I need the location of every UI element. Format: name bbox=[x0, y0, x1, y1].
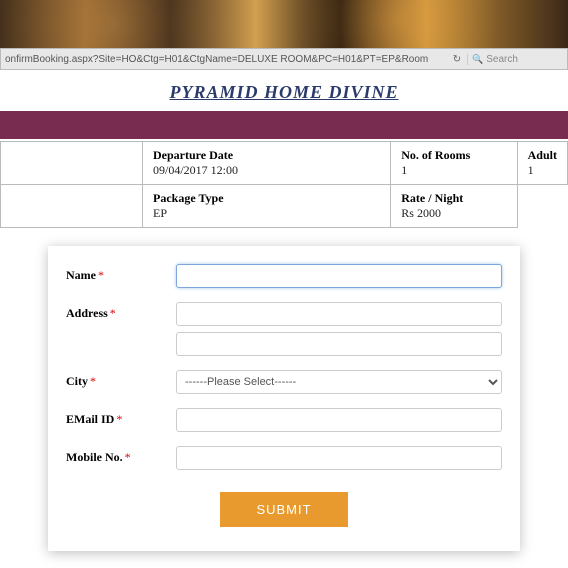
name-input[interactable] bbox=[176, 264, 502, 288]
departure-cell: Departure Date 09/04/2017 12:00 bbox=[143, 142, 391, 185]
rate-label: Rate / Night bbox=[401, 191, 506, 206]
search-icon: 🔍 bbox=[472, 54, 483, 65]
mobile-input[interactable] bbox=[176, 446, 502, 470]
rooms-label: No. of Rooms bbox=[401, 148, 506, 163]
package-value: EP bbox=[153, 206, 380, 221]
top-banner-image bbox=[0, 0, 568, 48]
submit-button[interactable]: SUBMIT bbox=[220, 492, 347, 527]
booking-info-table: Departure Date 09/04/2017 12:00 No. of R… bbox=[0, 141, 568, 228]
city-label: City* bbox=[66, 370, 176, 389]
departure-value: 09/04/2017 12:00 bbox=[153, 163, 380, 178]
search-placeholder: Search bbox=[486, 54, 518, 65]
browser-search[interactable]: 🔍 Search bbox=[467, 54, 567, 65]
adult-cell: Adult 1 bbox=[517, 142, 567, 185]
address-input-1[interactable] bbox=[176, 302, 502, 326]
refresh-icon[interactable]: ↻ bbox=[447, 54, 467, 65]
departure-label: Departure Date bbox=[153, 148, 380, 163]
guest-form: Name* Address* City* bbox=[48, 246, 520, 551]
email-input[interactable] bbox=[176, 408, 502, 432]
package-label: Package Type bbox=[153, 191, 380, 206]
header-bar bbox=[0, 111, 568, 139]
package-cell: Package Type EP bbox=[143, 185, 391, 228]
rate-cell: Rate / Night Rs 2000 bbox=[391, 185, 517, 228]
rate-value: Rs 2000 bbox=[401, 206, 506, 221]
site-title: PYRAMID HOME DIVINE bbox=[0, 82, 568, 103]
address-input-2[interactable] bbox=[176, 332, 502, 356]
name-label: Name* bbox=[66, 264, 176, 283]
page-content: PYRAMID HOME DIVINE Departure Date 09/04… bbox=[0, 70, 568, 551]
adult-value: 1 bbox=[528, 163, 557, 178]
rooms-cell: No. of Rooms 1 bbox=[391, 142, 517, 185]
browser-toolbar: onfirmBooking.aspx?Site=HO&Ctg=H01&CtgNa… bbox=[0, 48, 568, 70]
rooms-value: 1 bbox=[401, 163, 506, 178]
email-label: EMail ID* bbox=[66, 408, 176, 427]
mobile-label: Mobile No.* bbox=[66, 446, 176, 465]
adult-label: Adult bbox=[528, 148, 557, 163]
url-bar[interactable]: onfirmBooking.aspx?Site=HO&Ctg=H01&CtgNa… bbox=[1, 54, 447, 65]
address-label: Address* bbox=[66, 302, 176, 321]
city-select[interactable]: ------Please Select------ bbox=[176, 370, 502, 394]
